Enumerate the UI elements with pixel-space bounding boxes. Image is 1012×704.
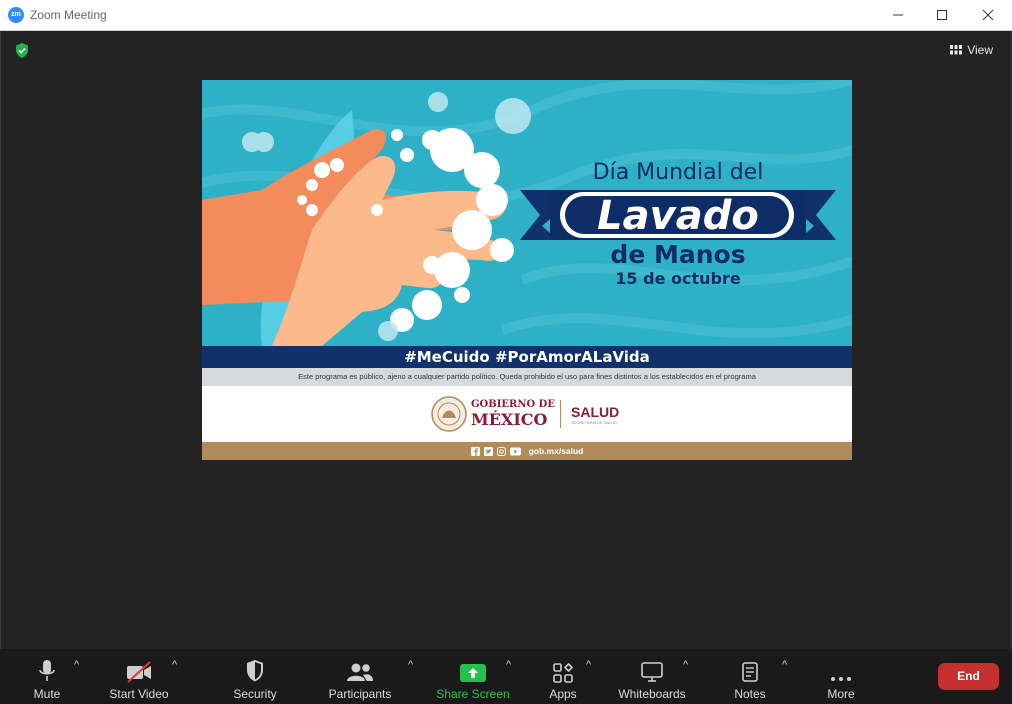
start-video-button[interactable]: Start Video [104, 649, 174, 704]
video-off-icon [127, 661, 151, 683]
apps-options-caret[interactable]: ^ [586, 659, 591, 671]
share-screen-button[interactable]: Share Screen [436, 649, 510, 704]
whiteboards-label: Whiteboards [618, 687, 686, 701]
slide-heading-line3: de Manos [610, 240, 746, 269]
slide-heading-line1: Día Mundial del [592, 160, 764, 185]
whiteboards-options-caret[interactable]: ^ [683, 659, 688, 671]
maximize-icon [937, 10, 947, 20]
security-label: Security [233, 687, 277, 701]
whiteboard-icon [641, 662, 663, 682]
participants-button[interactable]: Participants [325, 649, 395, 704]
security-shield-icon [247, 660, 263, 682]
microphone-icon [39, 660, 55, 681]
twitter-icon [483, 446, 493, 456]
meeting-area: View Día Mundial del Lavado de Manos 15 … [0, 31, 1012, 649]
logo-divider [560, 400, 561, 428]
share-screen-icon [460, 664, 486, 682]
video-options-caret[interactable]: ^ [172, 659, 177, 671]
government-logos: GOBIERNO DE MÉXICO SALUD SECRETARÍA DE S… [202, 386, 852, 442]
instagram-icon [496, 446, 506, 456]
website-link: gob.mx/salud [528, 446, 584, 456]
mute-button[interactable]: Mute [22, 649, 72, 704]
salud-logo-text: SALUD [571, 404, 620, 420]
close-button[interactable] [965, 0, 1011, 30]
whiteboards-button[interactable]: Whiteboards [614, 649, 690, 704]
apps-label: Apps [549, 687, 577, 701]
minimize-icon [893, 14, 903, 16]
close-icon [982, 9, 994, 21]
slide-date: 15 de octubre [615, 269, 741, 288]
participants-icon [347, 663, 373, 681]
view-button[interactable]: View [950, 43, 993, 57]
view-label: View [967, 43, 993, 57]
gov-line1: GOBIERNO DE [471, 399, 555, 410]
share-screen-label: Share Screen [436, 687, 510, 701]
zoom-app-icon: zm [8, 7, 24, 23]
start-video-label: Start Video [109, 687, 169, 701]
apps-button[interactable]: Apps [544, 649, 582, 704]
grid-view-icon [950, 45, 963, 55]
mute-label: Mute [33, 687, 61, 701]
more-label: More [827, 687, 855, 701]
encryption-shield-icon[interactable] [15, 43, 29, 63]
coat-of-arms-icon [431, 396, 467, 432]
audio-options-caret[interactable]: ^ [74, 659, 79, 671]
slide-heading-main: Lavado [597, 193, 759, 239]
notes-button[interactable]: Notes [728, 649, 772, 704]
maximize-button[interactable] [919, 0, 965, 30]
notes-label: Notes [734, 687, 766, 701]
end-meeting-button[interactable]: End [938, 663, 999, 690]
disclaimer-text: Este programa es público, ajeno a cualqu… [202, 368, 852, 386]
participants-options-caret[interactable]: ^ [408, 659, 413, 671]
hashtag-banner: #MeCuido #PorAmorALaVida [202, 346, 852, 368]
more-button[interactable]: More [820, 649, 862, 704]
notes-icon [742, 662, 758, 682]
window-title: Zoom Meeting [30, 8, 107, 22]
shared-screen: Día Mundial del Lavado de Manos 15 de oc… [202, 80, 852, 460]
facebook-icon [470, 446, 480, 456]
apps-icon [553, 663, 573, 683]
window-titlebar: zm Zoom Meeting [0, 0, 1012, 31]
social-footer: gob.mx/salud [202, 442, 852, 460]
participants-label: Participants [328, 687, 392, 701]
minimize-button[interactable] [875, 0, 921, 30]
youtube-icon [509, 447, 521, 455]
gov-line2: MÉXICO [471, 410, 548, 429]
meeting-toolbar: Mute ^ Start Video ^ Security Participan… [0, 649, 1012, 704]
security-button[interactable]: Security [228, 649, 282, 704]
share-options-caret[interactable]: ^ [506, 659, 511, 671]
notes-options-caret[interactable]: ^ [782, 659, 787, 671]
salud-sub-text: SECRETARÍA DE SALUD [571, 420, 618, 425]
more-icon [831, 677, 851, 681]
